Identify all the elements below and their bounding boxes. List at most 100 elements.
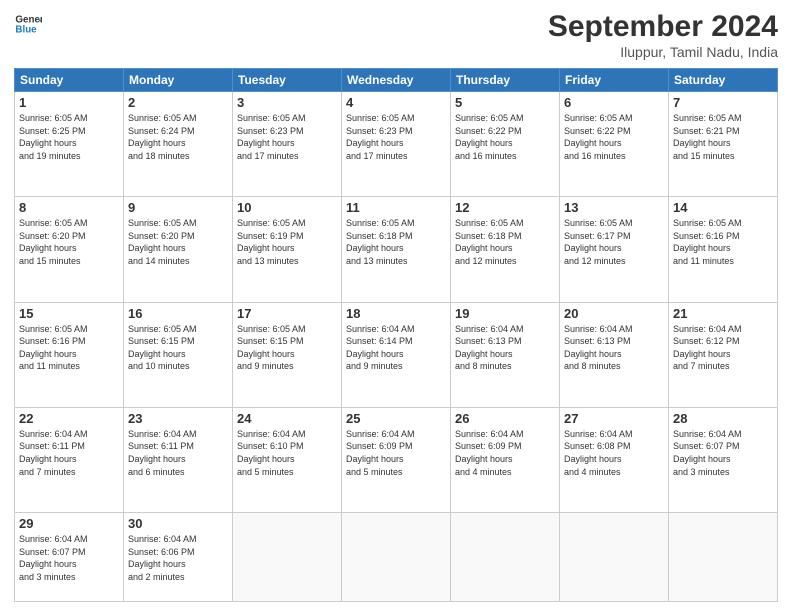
day-number: 27	[564, 411, 664, 426]
table-row: 23 Sunrise: 6:04 AM Sunset: 6:11 PM Dayl…	[124, 407, 233, 512]
table-row: 2 Sunrise: 6:05 AM Sunset: 6:24 PM Dayli…	[124, 92, 233, 197]
day-number: 19	[455, 306, 555, 321]
day-info: Sunrise: 6:05 AM Sunset: 6:20 PM Dayligh…	[19, 217, 119, 267]
table-row: 9 Sunrise: 6:05 AM Sunset: 6:20 PM Dayli…	[124, 197, 233, 302]
table-row: 6 Sunrise: 6:05 AM Sunset: 6:22 PM Dayli…	[560, 92, 669, 197]
day-number: 15	[19, 306, 119, 321]
day-number: 6	[564, 95, 664, 110]
table-row: 29 Sunrise: 6:04 AM Sunset: 6:07 PM Dayl…	[15, 513, 124, 602]
table-row: 24 Sunrise: 6:04 AM Sunset: 6:10 PM Dayl…	[233, 407, 342, 512]
col-sunday: Sunday	[15, 69, 124, 92]
col-thursday: Thursday	[451, 69, 560, 92]
day-number: 8	[19, 200, 119, 215]
logo-icon: General Blue	[14, 10, 42, 38]
day-info: Sunrise: 6:05 AM Sunset: 6:25 PM Dayligh…	[19, 112, 119, 162]
table-row: 15 Sunrise: 6:05 AM Sunset: 6:16 PM Dayl…	[15, 302, 124, 407]
day-number: 16	[128, 306, 228, 321]
day-info: Sunrise: 6:04 AM Sunset: 6:06 PM Dayligh…	[128, 533, 228, 583]
day-info: Sunrise: 6:05 AM Sunset: 6:23 PM Dayligh…	[237, 112, 337, 162]
calendar-header-row: Sunday Monday Tuesday Wednesday Thursday…	[15, 69, 778, 92]
col-wednesday: Wednesday	[342, 69, 451, 92]
col-tuesday: Tuesday	[233, 69, 342, 92]
table-row: 20 Sunrise: 6:04 AM Sunset: 6:13 PM Dayl…	[560, 302, 669, 407]
calendar-table: Sunday Monday Tuesday Wednesday Thursday…	[14, 68, 778, 602]
table-row: 5 Sunrise: 6:05 AM Sunset: 6:22 PM Dayli…	[451, 92, 560, 197]
day-number: 3	[237, 95, 337, 110]
day-number: 25	[346, 411, 446, 426]
calendar-week-row: 1 Sunrise: 6:05 AM Sunset: 6:25 PM Dayli…	[15, 92, 778, 197]
col-saturday: Saturday	[669, 69, 778, 92]
day-info: Sunrise: 6:05 AM Sunset: 6:20 PM Dayligh…	[128, 217, 228, 267]
title-area: September 2024 Iluppur, Tamil Nadu, Indi…	[548, 10, 778, 60]
col-monday: Monday	[124, 69, 233, 92]
table-row: 4 Sunrise: 6:05 AM Sunset: 6:23 PM Dayli…	[342, 92, 451, 197]
day-info: Sunrise: 6:05 AM Sunset: 6:16 PM Dayligh…	[19, 323, 119, 373]
table-row: 12 Sunrise: 6:05 AM Sunset: 6:18 PM Dayl…	[451, 197, 560, 302]
day-info: Sunrise: 6:04 AM Sunset: 6:07 PM Dayligh…	[673, 428, 773, 478]
day-number: 21	[673, 306, 773, 321]
day-number: 20	[564, 306, 664, 321]
table-row: 3 Sunrise: 6:05 AM Sunset: 6:23 PM Dayli…	[233, 92, 342, 197]
calendar-week-row: 22 Sunrise: 6:04 AM Sunset: 6:11 PM Dayl…	[15, 407, 778, 512]
month-title: September 2024	[548, 10, 778, 44]
day-info: Sunrise: 6:05 AM Sunset: 6:19 PM Dayligh…	[237, 217, 337, 267]
table-row: 16 Sunrise: 6:05 AM Sunset: 6:15 PM Dayl…	[124, 302, 233, 407]
day-info: Sunrise: 6:05 AM Sunset: 6:15 PM Dayligh…	[128, 323, 228, 373]
day-info: Sunrise: 6:05 AM Sunset: 6:24 PM Dayligh…	[128, 112, 228, 162]
header: General Blue September 2024 Iluppur, Tam…	[14, 10, 778, 60]
day-info: Sunrise: 6:04 AM Sunset: 6:07 PM Dayligh…	[19, 533, 119, 583]
day-info: Sunrise: 6:04 AM Sunset: 6:14 PM Dayligh…	[346, 323, 446, 373]
table-row: 27 Sunrise: 6:04 AM Sunset: 6:08 PM Dayl…	[560, 407, 669, 512]
table-row: 28 Sunrise: 6:04 AM Sunset: 6:07 PM Dayl…	[669, 407, 778, 512]
day-info: Sunrise: 6:04 AM Sunset: 6:13 PM Dayligh…	[564, 323, 664, 373]
calendar-week-row: 15 Sunrise: 6:05 AM Sunset: 6:16 PM Dayl…	[15, 302, 778, 407]
day-info: Sunrise: 6:04 AM Sunset: 6:13 PM Dayligh…	[455, 323, 555, 373]
table-row: 14 Sunrise: 6:05 AM Sunset: 6:16 PM Dayl…	[669, 197, 778, 302]
table-row	[560, 513, 669, 602]
day-info: Sunrise: 6:04 AM Sunset: 6:12 PM Dayligh…	[673, 323, 773, 373]
calendar-week-row: 8 Sunrise: 6:05 AM Sunset: 6:20 PM Dayli…	[15, 197, 778, 302]
day-number: 18	[346, 306, 446, 321]
table-row: 25 Sunrise: 6:04 AM Sunset: 6:09 PM Dayl…	[342, 407, 451, 512]
day-info: Sunrise: 6:04 AM Sunset: 6:11 PM Dayligh…	[128, 428, 228, 478]
table-row: 17 Sunrise: 6:05 AM Sunset: 6:15 PM Dayl…	[233, 302, 342, 407]
table-row	[233, 513, 342, 602]
day-info: Sunrise: 6:05 AM Sunset: 6:18 PM Dayligh…	[455, 217, 555, 267]
day-number: 2	[128, 95, 228, 110]
day-info: Sunrise: 6:04 AM Sunset: 6:09 PM Dayligh…	[455, 428, 555, 478]
day-info: Sunrise: 6:04 AM Sunset: 6:08 PM Dayligh…	[564, 428, 664, 478]
day-info: Sunrise: 6:05 AM Sunset: 6:22 PM Dayligh…	[564, 112, 664, 162]
day-info: Sunrise: 6:05 AM Sunset: 6:21 PM Dayligh…	[673, 112, 773, 162]
day-number: 5	[455, 95, 555, 110]
table-row: 26 Sunrise: 6:04 AM Sunset: 6:09 PM Dayl…	[451, 407, 560, 512]
table-row: 8 Sunrise: 6:05 AM Sunset: 6:20 PM Dayli…	[15, 197, 124, 302]
table-row: 7 Sunrise: 6:05 AM Sunset: 6:21 PM Dayli…	[669, 92, 778, 197]
day-number: 24	[237, 411, 337, 426]
table-row: 18 Sunrise: 6:04 AM Sunset: 6:14 PM Dayl…	[342, 302, 451, 407]
day-number: 13	[564, 200, 664, 215]
day-info: Sunrise: 6:04 AM Sunset: 6:10 PM Dayligh…	[237, 428, 337, 478]
table-row	[451, 513, 560, 602]
day-number: 23	[128, 411, 228, 426]
day-number: 14	[673, 200, 773, 215]
col-friday: Friday	[560, 69, 669, 92]
table-row: 10 Sunrise: 6:05 AM Sunset: 6:19 PM Dayl…	[233, 197, 342, 302]
table-row: 1 Sunrise: 6:05 AM Sunset: 6:25 PM Dayli…	[15, 92, 124, 197]
table-row: 21 Sunrise: 6:04 AM Sunset: 6:12 PM Dayl…	[669, 302, 778, 407]
location-title: Iluppur, Tamil Nadu, India	[548, 44, 778, 60]
day-number: 10	[237, 200, 337, 215]
table-row: 19 Sunrise: 6:04 AM Sunset: 6:13 PM Dayl…	[451, 302, 560, 407]
table-row: 22 Sunrise: 6:04 AM Sunset: 6:11 PM Dayl…	[15, 407, 124, 512]
day-number: 11	[346, 200, 446, 215]
day-number: 26	[455, 411, 555, 426]
day-number: 9	[128, 200, 228, 215]
day-info: Sunrise: 6:05 AM Sunset: 6:15 PM Dayligh…	[237, 323, 337, 373]
day-number: 12	[455, 200, 555, 215]
calendar-week-row: 29 Sunrise: 6:04 AM Sunset: 6:07 PM Dayl…	[15, 513, 778, 602]
table-row: 11 Sunrise: 6:05 AM Sunset: 6:18 PM Dayl…	[342, 197, 451, 302]
day-info: Sunrise: 6:05 AM Sunset: 6:23 PM Dayligh…	[346, 112, 446, 162]
day-number: 28	[673, 411, 773, 426]
day-number: 4	[346, 95, 446, 110]
day-info: Sunrise: 6:05 AM Sunset: 6:18 PM Dayligh…	[346, 217, 446, 267]
day-number: 22	[19, 411, 119, 426]
